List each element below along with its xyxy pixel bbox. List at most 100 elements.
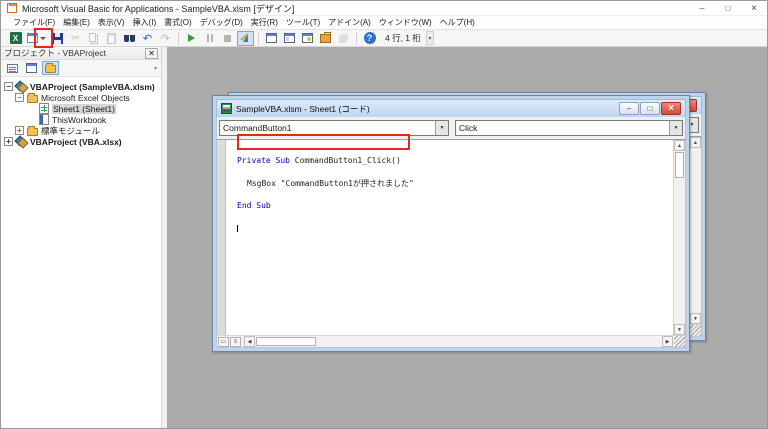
dropdown-arrow-icon[interactable] <box>435 121 448 135</box>
menu-format[interactable]: 書式(O) <box>160 17 196 28</box>
find-button[interactable] <box>121 31 138 46</box>
resize-grip[interactable] <box>674 336 685 347</box>
properties-window-icon <box>284 33 295 43</box>
undo-icon <box>143 32 152 45</box>
view-excel-button[interactable]: X <box>7 31 24 46</box>
tree-label: Microsoft Excel Objects <box>41 93 130 103</box>
code-window-title: SampleVBA.xlsm - Sheet1 (コード) <box>236 103 619 115</box>
cursor-position-indicator: 4 行, 1 桁 <box>385 32 421 44</box>
child-close-button[interactable] <box>661 102 681 115</box>
scroll-up-button[interactable] <box>690 137 701 148</box>
help-icon: ? <box>364 32 376 44</box>
full-module-view-button[interactable] <box>230 337 241 347</box>
cut-icon <box>71 33 79 44</box>
maximize-button[interactable] <box>715 1 741 15</box>
toggle-folders-icon <box>45 65 56 73</box>
code-window-icon <box>221 103 232 114</box>
tree-node-thisworkbook[interactable]: ThisWorkbook <box>1 114 161 125</box>
toolbox-button[interactable] <box>317 31 334 46</box>
toggle-folders-button[interactable] <box>42 61 59 75</box>
project-panel-header: プロジェクト - VBAProject <box>1 47 161 60</box>
scroll-down-button[interactable] <box>690 313 701 324</box>
procedure-view-button[interactable] <box>218 337 229 347</box>
code-text[interactable]: Private Sub CommandButton1_Click() MsgBo… <box>227 140 673 335</box>
design-mode-button[interactable] <box>237 31 254 46</box>
menu-debug[interactable]: デバッグ(D) <box>196 17 247 28</box>
folder-open-icon <box>27 95 38 103</box>
expand-icon[interactable] <box>15 126 24 135</box>
project-explorer-button[interactable] <box>263 31 280 46</box>
project-explorer-icon <box>266 33 277 43</box>
background-vertical-scrollbar[interactable] <box>689 137 701 324</box>
insert-userform-button[interactable] <box>25 31 48 46</box>
menu-addins[interactable]: アドイン(A) <box>324 17 375 28</box>
scroll-down-button[interactable] <box>674 324 685 335</box>
code-window-titlebar[interactable]: SampleVBA.xlsm - Sheet1 (コード) <box>216 99 686 117</box>
find-icon <box>124 35 135 42</box>
panel-toolbar-overflow[interactable] <box>152 62 159 74</box>
tree-node-standard-modules[interactable]: 標準モジュール <box>1 125 161 136</box>
code-window: SampleVBA.xlsm - Sheet1 (コード) CommandBut… <box>212 95 690 352</box>
save-icon <box>52 33 63 44</box>
project-explorer-panel: プロジェクト - VBAProject VBAProject (SampleVB… <box>1 47 162 428</box>
redo-button <box>157 31 174 46</box>
collapse-icon[interactable] <box>4 82 13 91</box>
expand-icon[interactable] <box>4 137 13 146</box>
horizontal-scroll-thumb[interactable] <box>256 337 316 346</box>
vertical-scrollbar[interactable] <box>673 140 685 335</box>
menu-window[interactable]: ウィンドウ(W) <box>375 17 436 28</box>
child-minimize-button[interactable] <box>619 102 639 115</box>
scroll-up-button[interactable] <box>674 140 685 151</box>
properties-window-button[interactable] <box>281 31 298 46</box>
toolbar-separator <box>258 32 259 45</box>
child-restore-button[interactable] <box>640 102 660 115</box>
copy-button <box>85 31 102 46</box>
run-button[interactable] <box>183 31 200 46</box>
object-dropdown[interactable]: CommandButton1 <box>219 120 449 136</box>
menu-edit[interactable]: 編集(E) <box>59 17 94 28</box>
tree-label: ThisWorkbook <box>52 115 106 125</box>
margin-indicator-bar[interactable] <box>217 140 226 335</box>
project-tree: VBAProject (SampleVBA.xlsm) Microsoft Ex… <box>1 77 161 147</box>
view-code-button[interactable] <box>4 61 21 75</box>
menu-tools[interactable]: ツール(T) <box>282 17 324 28</box>
view-code-icon <box>7 64 18 73</box>
menu-help[interactable]: ヘルプ(H) <box>436 17 479 28</box>
menu-bar: ファイル(F) 編集(E) 表示(V) 挿入(I) 書式(O) デバッグ(D) … <box>1 15 767 29</box>
resize-grip[interactable] <box>690 325 701 336</box>
tree-node-sheet1[interactable]: Sheet1 (Sheet1) <box>1 103 161 114</box>
tree-node-excel-objects[interactable]: Microsoft Excel Objects <box>1 92 161 103</box>
toolbar-options-button[interactable] <box>426 31 434 45</box>
view-object-icon <box>26 63 37 73</box>
object-browser-button[interactable] <box>299 31 316 46</box>
save-button[interactable] <box>49 31 66 46</box>
scroll-right-button[interactable] <box>662 336 673 347</box>
cut-button <box>67 31 84 46</box>
close-button[interactable] <box>741 1 767 15</box>
tree-node-project-samplevba[interactable]: VBAProject (SampleVBA.xlsm) <box>1 81 161 92</box>
event-dropdown[interactable]: Click <box>455 120 683 136</box>
tree-label: VBAProject (SampleVBA.xlsm) <box>30 82 155 92</box>
horizontal-scrollbar[interactable] <box>244 336 685 347</box>
minimize-button[interactable] <box>689 1 715 15</box>
view-object-button[interactable] <box>23 61 40 75</box>
menu-file[interactable]: ファイル(F) <box>9 17 59 28</box>
workspace: プロジェクト - VBAProject VBAProject (SampleVB… <box>1 47 768 428</box>
dropdown-arrow-icon[interactable] <box>669 121 682 135</box>
tree-label-selected: Sheet1 (Sheet1) <box>52 104 116 114</box>
collapse-icon[interactable] <box>15 93 24 102</box>
project-panel-close-button[interactable] <box>145 48 158 59</box>
code-editor-area[interactable]: Private Sub CommandButton1_Click() MsgBo… <box>216 139 686 348</box>
tree-node-project-vbaxlsx[interactable]: VBAProject (VBA.xlsx) <box>1 136 161 147</box>
undo-button[interactable] <box>139 31 156 46</box>
object-browser-icon <box>302 33 313 43</box>
help-button[interactable]: ? <box>361 31 378 46</box>
reset-icon <box>224 35 231 42</box>
scroll-left-button[interactable] <box>244 336 255 347</box>
menu-insert[interactable]: 挿入(I) <box>129 17 161 28</box>
vertical-scroll-thumb[interactable] <box>675 152 684 178</box>
run-icon <box>188 34 195 42</box>
menu-run[interactable]: 実行(R) <box>247 17 282 28</box>
code-line-3: End Sub <box>237 202 673 210</box>
menu-view[interactable]: 表示(V) <box>94 17 129 28</box>
